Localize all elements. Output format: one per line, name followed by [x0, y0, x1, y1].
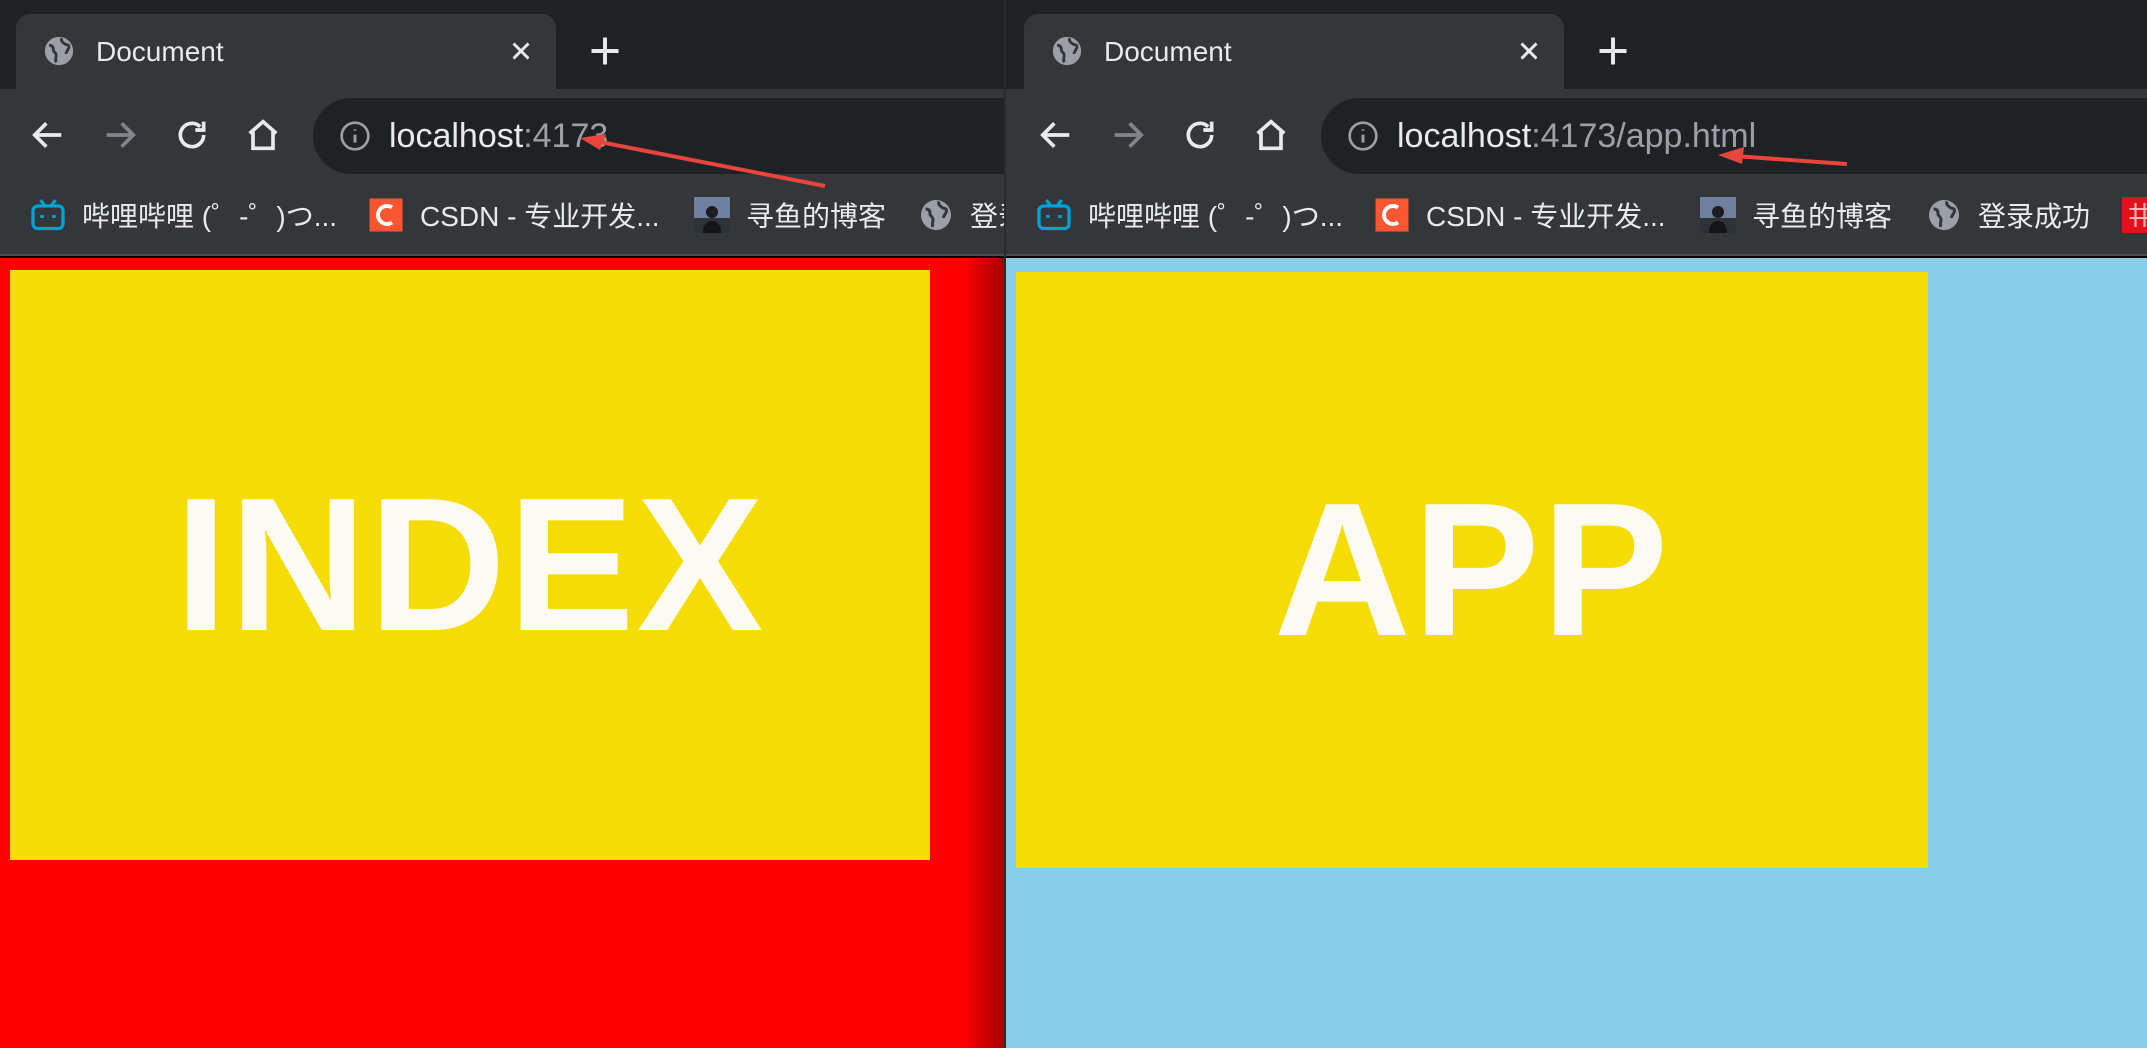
tab-strip: Document — [1006, 0, 2147, 89]
bookmark-label: 登录成功 — [1978, 201, 2091, 232]
bookmark-csdn[interactable]: CSDN - 专业开发... — [1374, 195, 1666, 235]
tab-title: Document — [1104, 36, 1232, 67]
left-browser-window: Document localhost:4173 哔哩哔哩 (゜-゜)つ... C… — [0, 0, 1004, 1048]
globe-icon — [1052, 36, 1082, 66]
globe-icon — [1929, 200, 1959, 230]
home-icon[interactable] — [1251, 115, 1291, 155]
bookmark-csdn[interactable]: CSDN - 专业开发... — [368, 195, 660, 235]
bookmark-login[interactable]: 登录成功 — [1926, 195, 2090, 235]
page-viewport: APP — [1006, 258, 2147, 1048]
bookmark-bilibili[interactable]: 哔哩哔哩 (゜-゜)つ... — [1036, 195, 1343, 235]
bookmark-blog[interactable]: 寻鱼的博客 — [694, 195, 886, 235]
bilibili-icon — [31, 199, 65, 231]
globe-icon — [921, 200, 951, 230]
bookmark-label: 寻鱼的博客 — [1752, 201, 1893, 232]
url-text[interactable]: localhost:4173 — [389, 116, 608, 156]
reload-icon[interactable] — [1180, 115, 1220, 155]
home-icon[interactable] — [243, 115, 283, 155]
bookmark-label: 寻鱼的博客 — [746, 201, 887, 232]
panel-heading: APP — [1273, 464, 1671, 676]
bookmark-label: CSDN - 专业开发... — [1426, 201, 1666, 232]
bookmarks-bar: 哔哩哔哩 (゜-゜)つ... CSDN - 专业开发... 寻鱼的博客 登录 — [1006, 181, 2147, 256]
bilibili-icon — [1037, 199, 1071, 231]
bookmark-label: CSDN - 专业开发... — [420, 201, 660, 232]
panel-heading: INDEX — [174, 459, 766, 671]
new-tab-icon[interactable] — [587, 33, 623, 69]
right-browser-window: Document localhost:4173/app.html 哔哩哔哩 (゜… — [1004, 0, 2147, 1048]
url-text[interactable]: localhost:4173/app.html — [1397, 116, 1756, 156]
bookmark-bilibili[interactable]: 哔哩哔哩 (゜-゜)つ... — [30, 195, 337, 235]
csdn-icon — [1375, 198, 1409, 232]
bookmark-label: 哔哩哔哩 (゜-゜)つ... — [1088, 201, 1344, 232]
bookmarks-bar: 哔哩哔哩 (゜-゜)つ... CSDN - 专业开发... 寻鱼的博客 登录 — [0, 181, 1004, 256]
csdn-icon — [369, 198, 403, 232]
globe-icon — [44, 36, 74, 66]
forward-icon[interactable] — [1108, 115, 1148, 155]
info-icon[interactable] — [1347, 120, 1379, 152]
url-path: :4173/app.html — [1531, 117, 1757, 155]
url-host: localhost — [389, 117, 524, 155]
reload-icon[interactable] — [172, 115, 212, 155]
window-edge-shadow — [964, 258, 1004, 1048]
close-icon[interactable] — [506, 36, 536, 66]
content-panel: INDEX — [10, 270, 930, 860]
bookmark-login[interactable]: 登录成功 — [918, 195, 1004, 235]
avatar-icon — [694, 197, 730, 233]
close-icon[interactable] — [1514, 36, 1544, 66]
page-viewport: INDEX — [0, 258, 1004, 1048]
address-bar[interactable]: localhost:4173 — [313, 98, 1004, 174]
content-panel: APP — [1016, 272, 1928, 868]
avatar-icon — [1700, 197, 1736, 233]
forward-icon[interactable] — [100, 115, 140, 155]
bookmark-label: 哔哩哔哩 (゜-゜)つ... — [82, 201, 338, 232]
toolbar: localhost:4173/app.html — [1006, 89, 2147, 181]
bookmark-blog[interactable]: 寻鱼的博客 — [1700, 195, 1892, 235]
active-tab[interactable]: Document — [16, 14, 556, 89]
url-host: localhost — [1397, 117, 1532, 155]
active-tab[interactable]: Document — [1024, 14, 1564, 89]
address-bar[interactable]: localhost:4173/app.html — [1321, 98, 2147, 174]
new-tab-icon[interactable] — [1595, 33, 1631, 69]
bookmark-favicon-icon[interactable] — [2122, 197, 2147, 233]
url-path: :4173 — [523, 117, 609, 155]
toolbar: localhost:4173 — [0, 89, 1004, 181]
info-icon[interactable] — [339, 120, 371, 152]
back-icon[interactable] — [28, 115, 68, 155]
bookmark-label: 登录成功 — [970, 201, 1004, 232]
tab-strip: Document — [0, 0, 1004, 89]
back-icon[interactable] — [1036, 115, 1076, 155]
tab-title: Document — [96, 36, 224, 67]
